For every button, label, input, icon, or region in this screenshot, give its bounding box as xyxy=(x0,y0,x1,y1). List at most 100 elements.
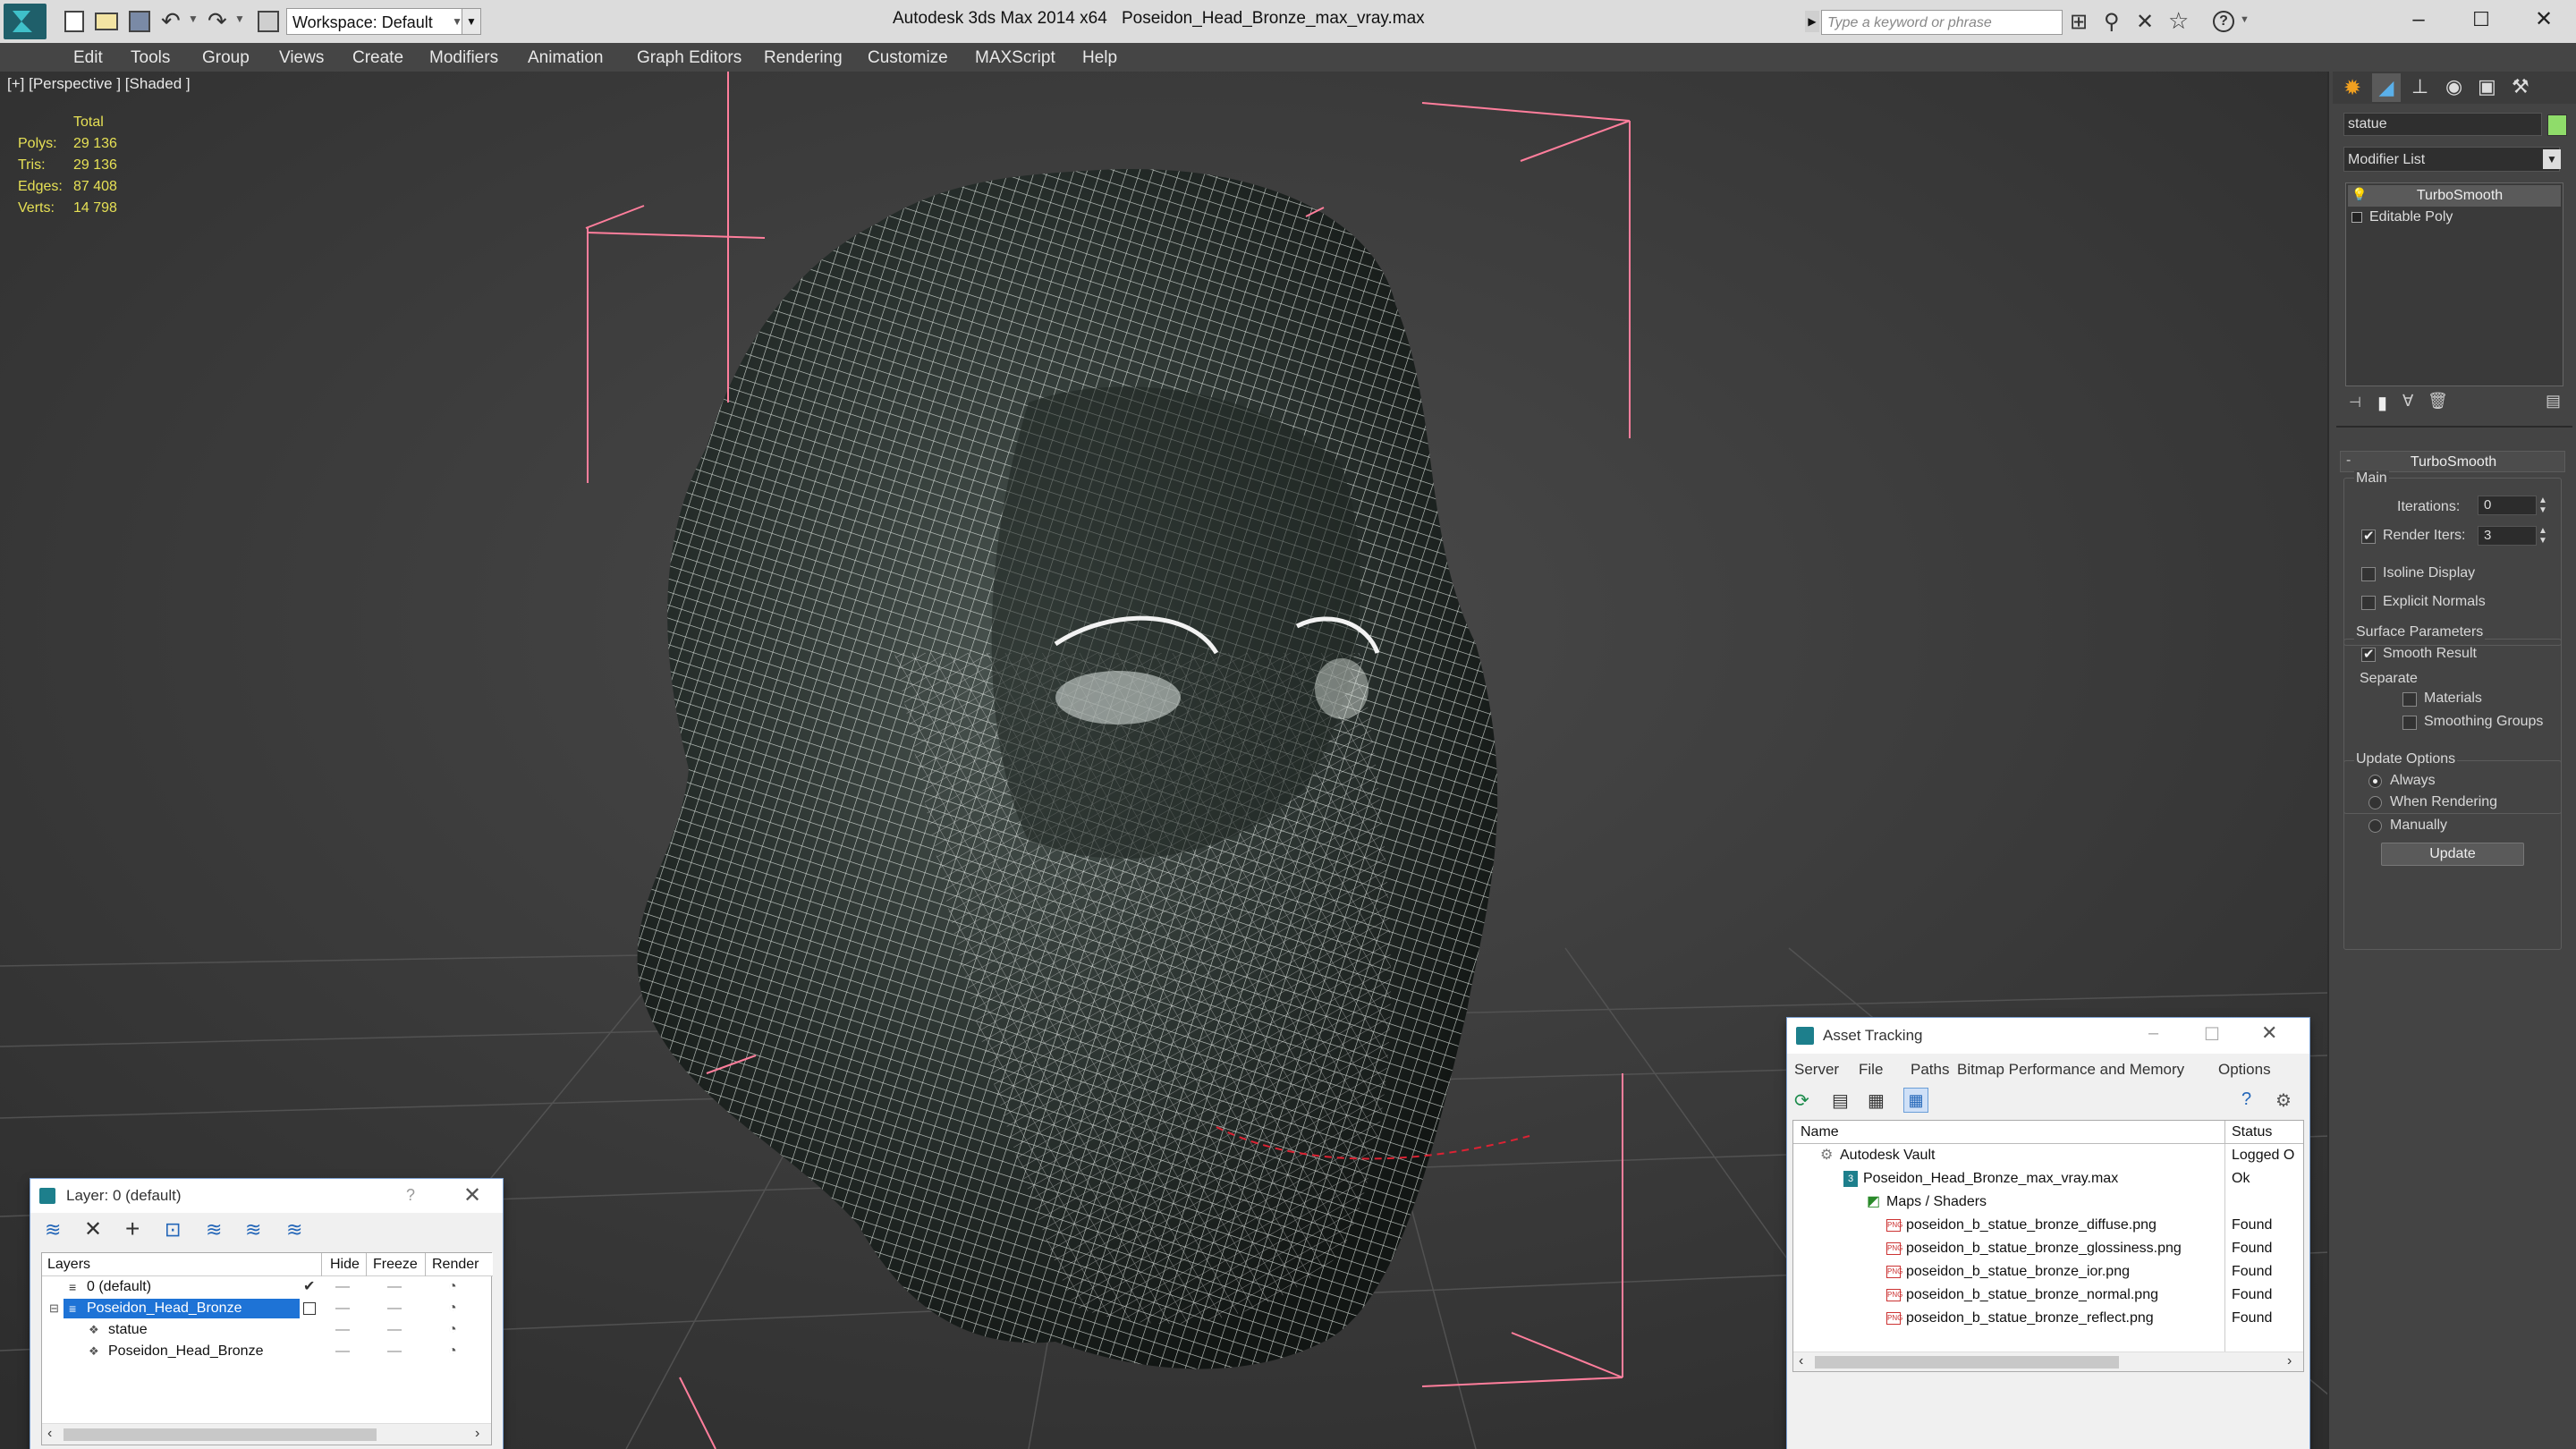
select-objects-icon[interactable]: ⊡ xyxy=(165,1218,181,1241)
update-always-radio[interactable] xyxy=(2368,775,2382,788)
collapse-icon[interactable]: ⊟ xyxy=(49,1298,59,1319)
workspace-dropdown-button[interactable]: ▼ xyxy=(462,8,481,35)
create-layer-icon[interactable]: ≋ xyxy=(45,1218,61,1241)
layer-row[interactable]: ≡ 0 (default) ✔ — — ◔ xyxy=(42,1276,491,1298)
asset-window-maximize-button[interactable]: ☐ xyxy=(2204,1023,2220,1046)
asset-menu-file[interactable]: File xyxy=(1859,1061,1883,1079)
layer-window-close-button[interactable]: ✕ xyxy=(463,1182,481,1208)
viewport-label[interactable]: [+] [Perspective ] [Shaded ] xyxy=(7,75,191,93)
highlight-layer-icon[interactable]: ≋ xyxy=(206,1218,222,1241)
menu-group[interactable]: Group xyxy=(202,43,250,73)
asset-row[interactable]: 3 Poseidon_Head_Bronze_max_vray.max Ok xyxy=(1793,1167,2303,1191)
minimize-button[interactable]: – xyxy=(2390,0,2447,39)
asset-window-titlebar[interactable]: Asset Tracking – ☐ ✕ xyxy=(1787,1018,2309,1054)
modify-tab-icon[interactable]: ◢ xyxy=(2372,73,2401,102)
column-status[interactable]: Status xyxy=(2232,1124,2272,1140)
asset-row[interactable]: PNG poseidon_b_statue_bronze_normal.png … xyxy=(1793,1284,2303,1307)
redo-dropdown-icon[interactable]: ▼ xyxy=(234,13,245,25)
stack-item-editable-poly[interactable]: Editable Poly xyxy=(2348,207,2561,228)
render-toggle-icon[interactable]: ◔ xyxy=(448,1298,457,1319)
freeze-all-layers-icon[interactable]: ≋ xyxy=(286,1218,302,1241)
search-input[interactable]: Type a keyword or phrase xyxy=(1821,10,2063,35)
materials-checkbox[interactable] xyxy=(2402,692,2417,707)
expand-icon[interactable] xyxy=(2351,212,2362,223)
asset-menu-server[interactable]: Server xyxy=(1794,1061,1839,1079)
list-view-icon[interactable]: ▤ xyxy=(1832,1089,1857,1114)
motion-tab-icon[interactable]: ◉ xyxy=(2445,75,2462,98)
isoline-display-checkbox[interactable] xyxy=(2361,567,2376,581)
render-toggle-icon[interactable]: ◔ xyxy=(448,1276,457,1298)
smoothing-groups-checkbox[interactable] xyxy=(2402,716,2417,730)
modifier-list-dropdown[interactable]: Modifier List ▼ xyxy=(2343,147,2561,172)
pin-stack-icon[interactable]: ⊣ xyxy=(2349,394,2361,411)
scroll-left-icon[interactable]: ‹ xyxy=(1799,1353,1803,1369)
asset-row[interactable]: PNG poseidon_b_statue_bronze_ior.png Fou… xyxy=(1793,1260,2303,1284)
undo-icon[interactable]: ↶ xyxy=(161,7,181,35)
asset-window-close-button[interactable]: ✕ xyxy=(2261,1021,2277,1045)
layer-row[interactable]: ❖ statue — — ◔ xyxy=(42,1319,491,1341)
object-color-swatch[interactable] xyxy=(2547,114,2567,136)
asset-row[interactable]: PNG poseidon_b_statue_bronze_glossiness.… xyxy=(1793,1237,2303,1260)
workspace-select[interactable]: Workspace: Default ▼ xyxy=(286,8,479,35)
asset-menu-paths[interactable]: Paths xyxy=(1911,1061,1949,1079)
freeze-toggle-icon[interactable]: — xyxy=(387,1298,402,1319)
render-iters-checkbox[interactable] xyxy=(2361,528,2376,544)
add-to-layer-icon[interactable]: + xyxy=(125,1215,140,1243)
undo-dropdown-icon[interactable]: ▼ xyxy=(188,13,199,25)
column-hide[interactable]: Hide xyxy=(330,1257,360,1273)
make-unique-icon[interactable]: ∀ xyxy=(2402,392,2413,411)
scroll-left-icon[interactable]: ‹ xyxy=(47,1426,52,1442)
delete-layer-icon[interactable]: ✕ xyxy=(84,1216,102,1242)
subscription-key-icon[interactable]: ⚲ xyxy=(2104,9,2120,35)
communication-icon[interactable]: ✕ xyxy=(2136,9,2154,35)
smooth-result-checkbox[interactable] xyxy=(2361,646,2376,662)
menu-rendering[interactable]: Rendering xyxy=(764,43,843,73)
open-file-icon[interactable] xyxy=(95,13,118,30)
scroll-thumb[interactable] xyxy=(64,1428,377,1441)
layer-window-help-button[interactable]: ? xyxy=(406,1186,415,1205)
app-logo-icon[interactable] xyxy=(4,4,47,39)
menu-modifiers[interactable]: Modifiers xyxy=(429,43,498,73)
utilities-tab-icon[interactable]: ⚒ xyxy=(2512,75,2529,98)
spinner-arrows-icon[interactable]: ▲ ▼ xyxy=(2538,526,2547,546)
column-layers[interactable]: Layers xyxy=(47,1257,90,1273)
render-toggle-icon[interactable]: ◔ xyxy=(448,1341,457,1362)
column-freeze[interactable]: Freeze xyxy=(373,1257,418,1273)
render-toggle-icon[interactable]: ◔ xyxy=(448,1319,457,1341)
table-view-icon[interactable]: ▦ xyxy=(1868,1089,1893,1114)
help-dropdown-icon[interactable]: ▼ xyxy=(2240,14,2250,25)
menu-tools[interactable]: Tools xyxy=(131,43,170,73)
menu-graph-editors[interactable]: Graph Editors xyxy=(637,43,741,73)
favorites-star-icon[interactable]: ☆ xyxy=(2168,7,2189,35)
layer-list-hscrollbar[interactable]: ‹ › xyxy=(42,1423,491,1445)
menu-edit[interactable]: Edit xyxy=(73,43,103,73)
update-manually-radio[interactable] xyxy=(2368,819,2382,833)
asset-table-hscrollbar[interactable]: ‹ › xyxy=(1793,1352,2303,1371)
display-tab-icon[interactable]: ▣ xyxy=(2478,75,2496,98)
hide-toggle-icon[interactable]: — xyxy=(335,1341,350,1362)
hide-toggle-icon[interactable]: — xyxy=(335,1319,350,1341)
help-icon[interactable]: ? xyxy=(2213,11,2234,32)
active-layer-check-icon[interactable]: ✔ xyxy=(303,1276,315,1298)
menu-create[interactable]: Create xyxy=(352,43,403,73)
asset-row[interactable]: PNG poseidon_b_statue_bronze_reflect.png… xyxy=(1793,1307,2303,1330)
create-tab-sun-icon[interactable]: ✹ xyxy=(2343,75,2361,101)
menu-maxscript[interactable]: MAXScript xyxy=(975,43,1055,73)
menu-views[interactable]: Views xyxy=(279,43,324,73)
refresh-icon[interactable]: ⟳ xyxy=(1794,1089,1819,1114)
search-expand-icon[interactable]: ▶ xyxy=(1805,11,1819,32)
close-button[interactable]: ✕ xyxy=(2515,0,2572,39)
asset-row[interactable]: PNG poseidon_b_statue_bronze_diffuse.png… xyxy=(1793,1214,2303,1237)
asset-row[interactable]: ◩ Maps / Shaders xyxy=(1793,1191,2303,1214)
explicit-normals-checkbox[interactable] xyxy=(2361,596,2376,610)
asset-row[interactable]: ⚙ Autodesk Vault Logged O xyxy=(1793,1144,2303,1167)
render-iters-spinner[interactable]: 3 xyxy=(2478,526,2537,546)
hide-toggle-icon[interactable]: — xyxy=(335,1298,350,1319)
iterations-spinner[interactable]: 0 xyxy=(2478,496,2537,515)
configure-sets-icon[interactable]: ▤ xyxy=(2546,392,2561,411)
freeze-toggle-icon[interactable]: — xyxy=(387,1276,402,1298)
scroll-right-icon[interactable]: › xyxy=(475,1426,479,1442)
freeze-toggle-icon[interactable]: — xyxy=(387,1341,402,1362)
save-file-icon[interactable] xyxy=(129,11,150,32)
stack-item-turbosmooth[interactable]: 💡 TurboSmooth xyxy=(2348,185,2561,207)
